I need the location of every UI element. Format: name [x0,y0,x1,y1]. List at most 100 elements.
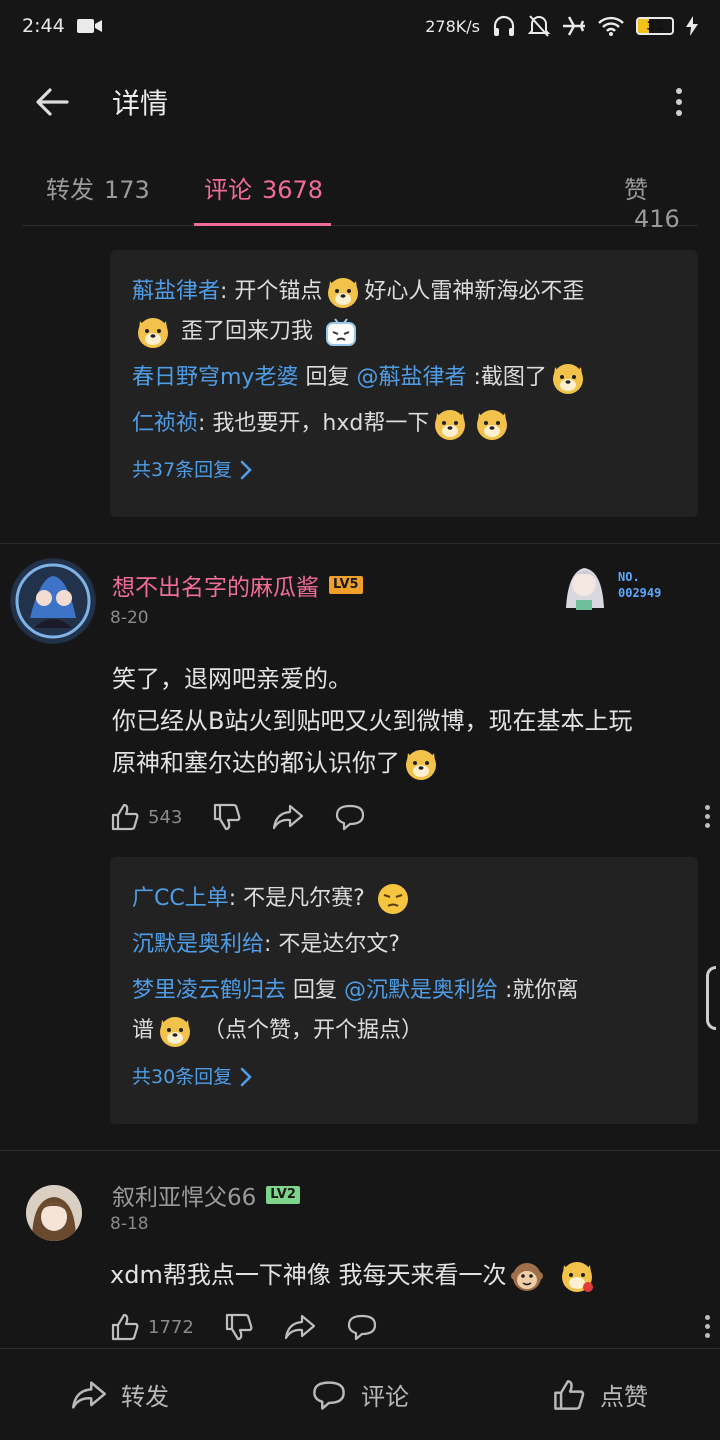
dislike-button[interactable] [212,802,242,832]
comment-bubble-icon [313,1380,345,1410]
avatar[interactable] [10,558,96,644]
comment-more-button[interactable] [705,1315,710,1338]
battery-level: 31 [646,19,664,33]
sub-reply: 沉默是奥利给: 不是达尔文? [132,925,676,965]
level-badge: LV5 [329,576,363,594]
thumbs-up-icon [111,1313,139,1341]
avatar[interactable] [26,1185,82,1241]
view-more-replies-link[interactable]: 共37条回复 [132,450,676,490]
status-time: 2:44 [22,15,65,37]
more-replies-label: 共30条回复 [132,1066,233,1088]
tv-crying-emoji-icon [326,318,357,346]
like-post-button[interactable]: 点赞 [480,1377,720,1412]
fan-badge-character-icon [566,568,604,610]
battery-indicator: 31 [636,17,674,35]
comment-author: 叙利亚悍父66 LV2 [112,1178,300,1212]
thumbs-up-icon [111,803,139,831]
comment-divider [0,1150,720,1151]
comment-text: 笑了，退网吧亲爱的。 你已经从B站火到贴吧又火到微博，现在基本上玩 原神和塞尔达… [112,658,702,784]
unamused-emoji-icon [377,884,408,914]
comment-actions: 543 [110,800,710,834]
sub-reply-text: 好心人雷神新海必不歪 [364,279,585,304]
avatar-image [26,1185,82,1241]
chevron-right-icon [240,460,253,480]
sub-reply-username[interactable]: 蔛盐律者 [132,279,220,304]
doge-emoji-icon [477,410,508,440]
username[interactable]: 想不出名字的麻瓜酱 [112,568,319,602]
comment-line: 笑了，退网吧亲爱的。 [112,665,352,693]
doge-emoji-icon [406,750,436,780]
share-arrow-icon [72,1380,106,1409]
sub-reply: 广CC上单: 不是凡尔赛? [132,879,676,919]
side-drawer-handle[interactable] [706,966,716,1030]
sub-reply-username[interactable]: 沉默是奥利给 [132,932,264,957]
username[interactable]: 叙利亚悍父66 [112,1178,256,1212]
top-app-bar: 详情 [0,62,720,142]
mute-bell-icon [528,14,550,38]
reply-button[interactable] [334,803,366,831]
wifi-icon [598,16,624,36]
sub-reply-username[interactable]: 春日野穹my老婆 [132,365,298,390]
comment-actions: 1772 [110,1310,710,1344]
mention-link[interactable]: @沉默是奥利给 [344,978,498,1003]
forward-button[interactable]: 转发 [0,1377,240,1412]
thumbs-up-icon [554,1379,585,1410]
bottom-action-bar: 转发 评论 点赞 [0,1348,720,1440]
dislike-button[interactable] [224,1312,254,1342]
comment-bubble-icon [336,804,365,831]
like-button[interactable]: 1772 [110,1312,194,1342]
sub-replies-box[interactable]: 蔛盐律者: 开个锚点 好心人雷神新海必不歪 歪了回来刀我 春日野穹my老婆 回复 … [110,250,698,517]
sub-replies-box[interactable]: 广CC上单: 不是凡尔赛? 沉默是奥利给: 不是达尔文? 梦里凌云鹤归去 回复 … [110,857,698,1124]
sub-reply-username[interactable]: 梦里凌云鹤归去 [132,978,286,1003]
tab-likes[interactable]: 赞416 [624,170,698,233]
status-bar: 2:44 278K/s 31 [0,0,720,52]
comment-line: xdm帮我点一下神像 我每天来看一次 [110,1261,507,1289]
video-record-icon [76,17,103,35]
share-button[interactable] [272,803,304,831]
comment-divider [0,543,720,544]
tab-comments-count: 3678 [262,176,324,204]
fan-badge[interactable]: NO. 002949 [556,556,661,614]
mention-link[interactable]: @蔛盐律者 [356,365,466,390]
sub-reply-text: （点个赞，开个据点） [203,1018,424,1043]
avatar-image [11,559,95,643]
share-arrow-icon [284,1314,315,1340]
page-title: 详情 [112,87,169,120]
comment-button[interactable]: 评论 [240,1377,480,1412]
doge-rose-emoji-icon [562,1262,594,1292]
tab-comments[interactable]: 评论 3678 [193,170,332,226]
sub-reply-username[interactable]: 广CC上单 [132,886,229,911]
doge-emoji-icon [138,318,168,348]
comment-date: 8-18 [110,1214,149,1234]
sub-reply-label: 回复 [286,978,345,1003]
sub-reply-text: : 开个锚点 [220,279,323,304]
reply-button[interactable] [346,1313,378,1341]
tab-comments-label: 评论 [204,176,252,204]
tab-forward-label: 转发 [46,176,94,204]
like-count: 1772 [148,1316,194,1338]
monkey-emoji-icon [511,1263,544,1291]
sub-reply-text: :就你离 [498,978,579,1003]
comment-line: 你已经从B站火到贴吧又火到微博，现在基本上玩 [112,707,633,735]
like-label: 点赞 [600,1383,648,1411]
comment-label: 评论 [361,1383,409,1411]
airplane-icon [562,15,586,37]
comment-more-button[interactable] [705,805,710,828]
sub-reply-text: 谱 [132,1018,155,1043]
more-options-button[interactable] [664,77,694,127]
chevron-right-icon [240,1067,253,1087]
sub-reply-text: : 我也要开，hxd帮一下 [198,411,430,436]
view-more-replies-link[interactable]: 共30条回复 [132,1057,676,1097]
back-button[interactable] [22,72,82,132]
doge-emoji-icon [160,1017,191,1047]
sub-reply-text: : 不是达尔文? [264,932,401,957]
share-button[interactable] [284,1313,316,1341]
comment-line: 原神和塞尔达的都认识你了 [112,749,400,777]
tab-likes-count: 416 [634,205,680,233]
forward-label: 转发 [121,1383,169,1411]
sub-reply-username[interactable]: 仁祯祯 [132,411,198,436]
fan-badge-number: 002949 [618,586,662,600]
more-replies-label: 共37条回复 [132,459,233,481]
like-button[interactable]: 543 [110,802,182,832]
tab-forward[interactable]: 转发 173 [46,170,150,226]
